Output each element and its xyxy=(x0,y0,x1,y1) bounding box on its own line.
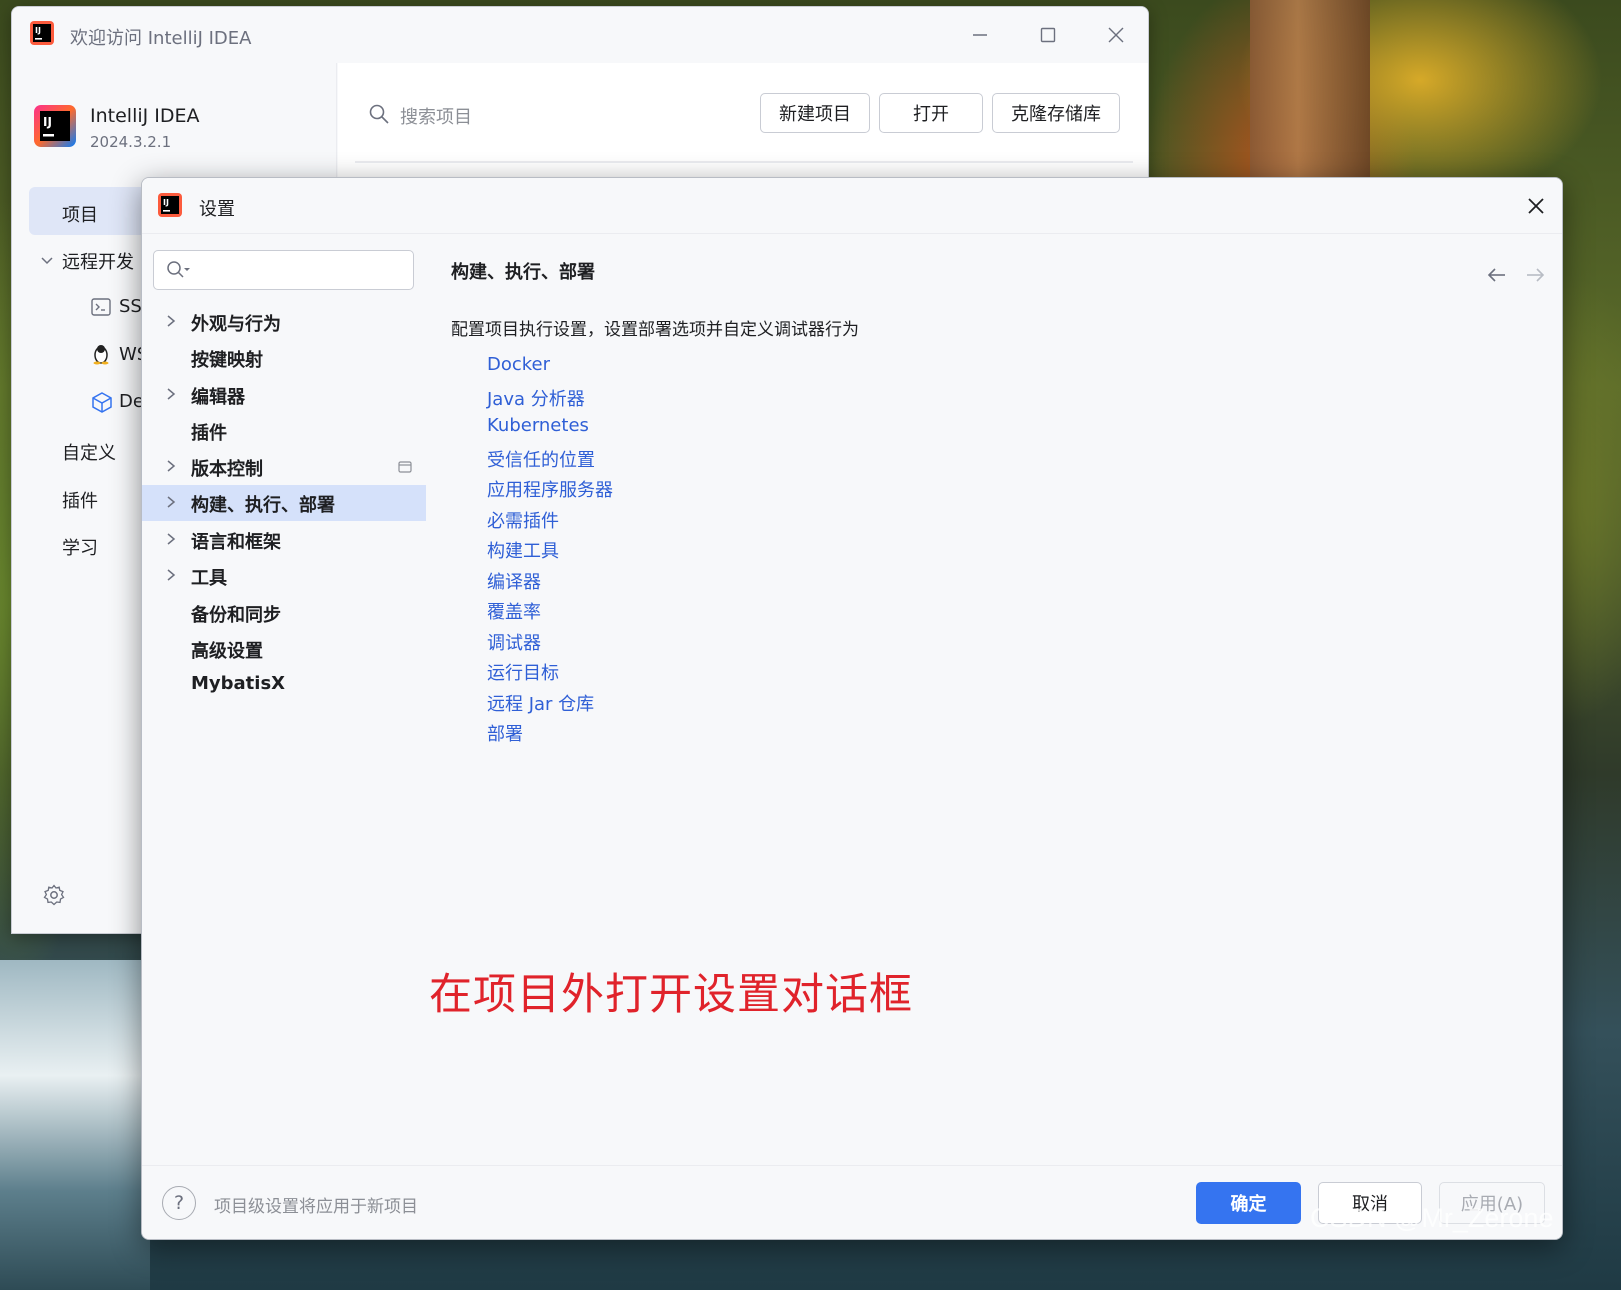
chevron-right-icon[interactable] xyxy=(164,567,178,587)
red-annotation-text: 在项目外打开设置对话框 xyxy=(429,970,913,1020)
maximize-button[interactable] xyxy=(1030,19,1066,51)
welcome-window-title: 欢迎访问 IntelliJ IDEA xyxy=(70,28,252,49)
chevron-right-icon[interactable] xyxy=(164,386,178,406)
open-button[interactable]: 打开 xyxy=(879,93,983,133)
nav-item-plugins[interactable]: 插件 xyxy=(62,487,98,513)
tree-item-label: 按键映射 xyxy=(191,350,263,371)
tree-item-label: 工具 xyxy=(191,568,227,589)
link-compiler[interactable]: 编译器 xyxy=(487,568,541,594)
link-trusted-locations[interactable]: 受信任的位置 xyxy=(487,446,595,472)
divider xyxy=(355,161,1133,163)
tree-item-label: 版本控制 xyxy=(191,459,263,480)
intellij-app-icon: IJ xyxy=(30,21,54,49)
search-projects-input[interactable]: 搜索项目 xyxy=(400,103,472,129)
tree-item-plugins[interactable]: 插件 xyxy=(142,413,426,449)
tree-item-label: 外观与行为 xyxy=(191,314,281,335)
chevron-down-icon[interactable] xyxy=(40,253,54,272)
tree-item-label: 高级设置 xyxy=(191,641,263,662)
project-level-icon xyxy=(398,459,412,478)
tree-item-advanced-settings[interactable]: 高级设置 xyxy=(142,631,426,667)
tree-item-appearance[interactable]: 外观与行为 xyxy=(142,304,426,340)
link-deployment[interactable]: 部署 xyxy=(487,720,523,746)
welcome-titlebar: IJ 欢迎访问 IntelliJ IDEA xyxy=(12,7,1148,63)
link-run-targets[interactable]: 运行目标 xyxy=(487,659,559,685)
tree-item-languages-frameworks[interactable]: 语言和框架 xyxy=(142,522,426,558)
minimize-icon xyxy=(973,34,987,36)
tree-item-label: MybatisX xyxy=(191,673,286,694)
history-navigation xyxy=(1484,262,1548,288)
tree-item-build-execution-deployment[interactable]: 构建、执行、部署 xyxy=(142,485,426,521)
intellij-logo-icon: IJ xyxy=(34,105,76,151)
svg-text:IJ: IJ xyxy=(163,198,169,207)
forward-arrow-icon[interactable] xyxy=(1522,262,1548,288)
watermark: CSDN @Mr_Zerone xyxy=(1310,1203,1554,1233)
clone-repository-button[interactable]: 克隆存储库 xyxy=(992,93,1120,133)
nav-item-remote-dev[interactable]: 远程开发 xyxy=(62,248,134,274)
link-application-servers[interactable]: 应用程序服务器 xyxy=(487,476,613,502)
settings-content: 构建、执行、部署 配置项目执行设置，设置部署选项并自定义调试器行为 Docker… xyxy=(451,234,1562,1165)
product-version: 2024.3.2.1 xyxy=(90,133,172,151)
product-name: IntelliJ IDEA xyxy=(90,105,200,127)
settings-dialog: IJ 设置 外观与行为 按键映射 编辑器 插件 版本控制 构建、执行、部署 语言… xyxy=(141,177,1563,1240)
gear-icon[interactable] xyxy=(43,884,65,910)
settings-titlebar: IJ 设置 xyxy=(142,178,1562,234)
maximize-icon xyxy=(1040,27,1056,43)
minimize-button[interactable] xyxy=(962,19,998,51)
tree-item-label: 插件 xyxy=(191,423,227,444)
settings-search-input[interactable] xyxy=(153,250,414,290)
help-button[interactable]: ? xyxy=(162,1186,196,1220)
close-icon xyxy=(1528,198,1544,214)
link-java-profiler[interactable]: Java 分析器 xyxy=(487,385,585,411)
cube-icon xyxy=(91,391,113,417)
tree-item-label: 语言和框架 xyxy=(191,532,281,553)
search-dropdown-icon[interactable] xyxy=(166,260,192,284)
intellij-app-icon: IJ xyxy=(158,193,182,221)
tree-item-version-control[interactable]: 版本控制 xyxy=(142,449,426,485)
footer-note: 项目级设置将应用于新项目 xyxy=(214,1197,418,1217)
chevron-right-icon[interactable] xyxy=(164,494,178,514)
settings-title: 设置 xyxy=(199,199,235,220)
tree-item-label: 构建、执行、部署 xyxy=(191,495,335,516)
nav-item-customize[interactable]: 自定义 xyxy=(62,439,116,465)
search-icon xyxy=(368,103,390,129)
content-heading: 构建、执行、部署 xyxy=(451,262,595,283)
new-project-button[interactable]: 新建项目 xyxy=(760,93,870,133)
link-docker[interactable]: Docker xyxy=(487,354,550,375)
link-debugger[interactable]: 调试器 xyxy=(487,629,541,655)
welcome-close-button[interactable] xyxy=(1098,19,1134,51)
tree-item-mybatisx[interactable]: MybatisX xyxy=(142,667,426,703)
nav-item-learn[interactable]: 学习 xyxy=(62,534,98,560)
settings-close-button[interactable] xyxy=(1522,192,1550,220)
close-icon xyxy=(1108,27,1124,43)
link-remote-jar-repositories[interactable]: 远程 Jar 仓库 xyxy=(487,690,594,716)
link-coverage[interactable]: 覆盖率 xyxy=(487,598,541,624)
chevron-right-icon[interactable] xyxy=(164,458,178,478)
tree-item-keymap[interactable]: 按键映射 xyxy=(142,340,426,376)
tree-item-editor[interactable]: 编辑器 xyxy=(142,377,426,413)
link-build-tools[interactable]: 构建工具 xyxy=(487,537,559,563)
chevron-right-icon[interactable] xyxy=(164,531,178,551)
terminal-icon xyxy=(91,298,111,320)
chevron-right-icon[interactable] xyxy=(164,313,178,333)
content-description: 配置项目执行设置，设置部署选项并自定义调试器行为 xyxy=(451,320,859,340)
link-required-plugins[interactable]: 必需插件 xyxy=(487,507,559,533)
wallpaper-waterfall xyxy=(0,960,150,1290)
wallpaper-cliff xyxy=(1250,0,1370,180)
back-arrow-icon[interactable] xyxy=(1484,262,1510,288)
tree-item-label: 备份和同步 xyxy=(191,605,281,626)
link-kubernetes[interactable]: Kubernetes xyxy=(487,415,589,436)
svg-text:IJ: IJ xyxy=(43,115,52,129)
svg-text:IJ: IJ xyxy=(35,26,41,35)
linux-penguin-icon xyxy=(91,343,111,369)
tree-item-backup-sync[interactable]: 备份和同步 xyxy=(142,595,426,631)
ok-button[interactable]: 确定 xyxy=(1196,1182,1301,1224)
tree-item-label: 编辑器 xyxy=(191,387,245,408)
tree-item-tools[interactable]: 工具 xyxy=(142,558,426,594)
nav-item-projects[interactable]: 项目 xyxy=(62,201,98,227)
